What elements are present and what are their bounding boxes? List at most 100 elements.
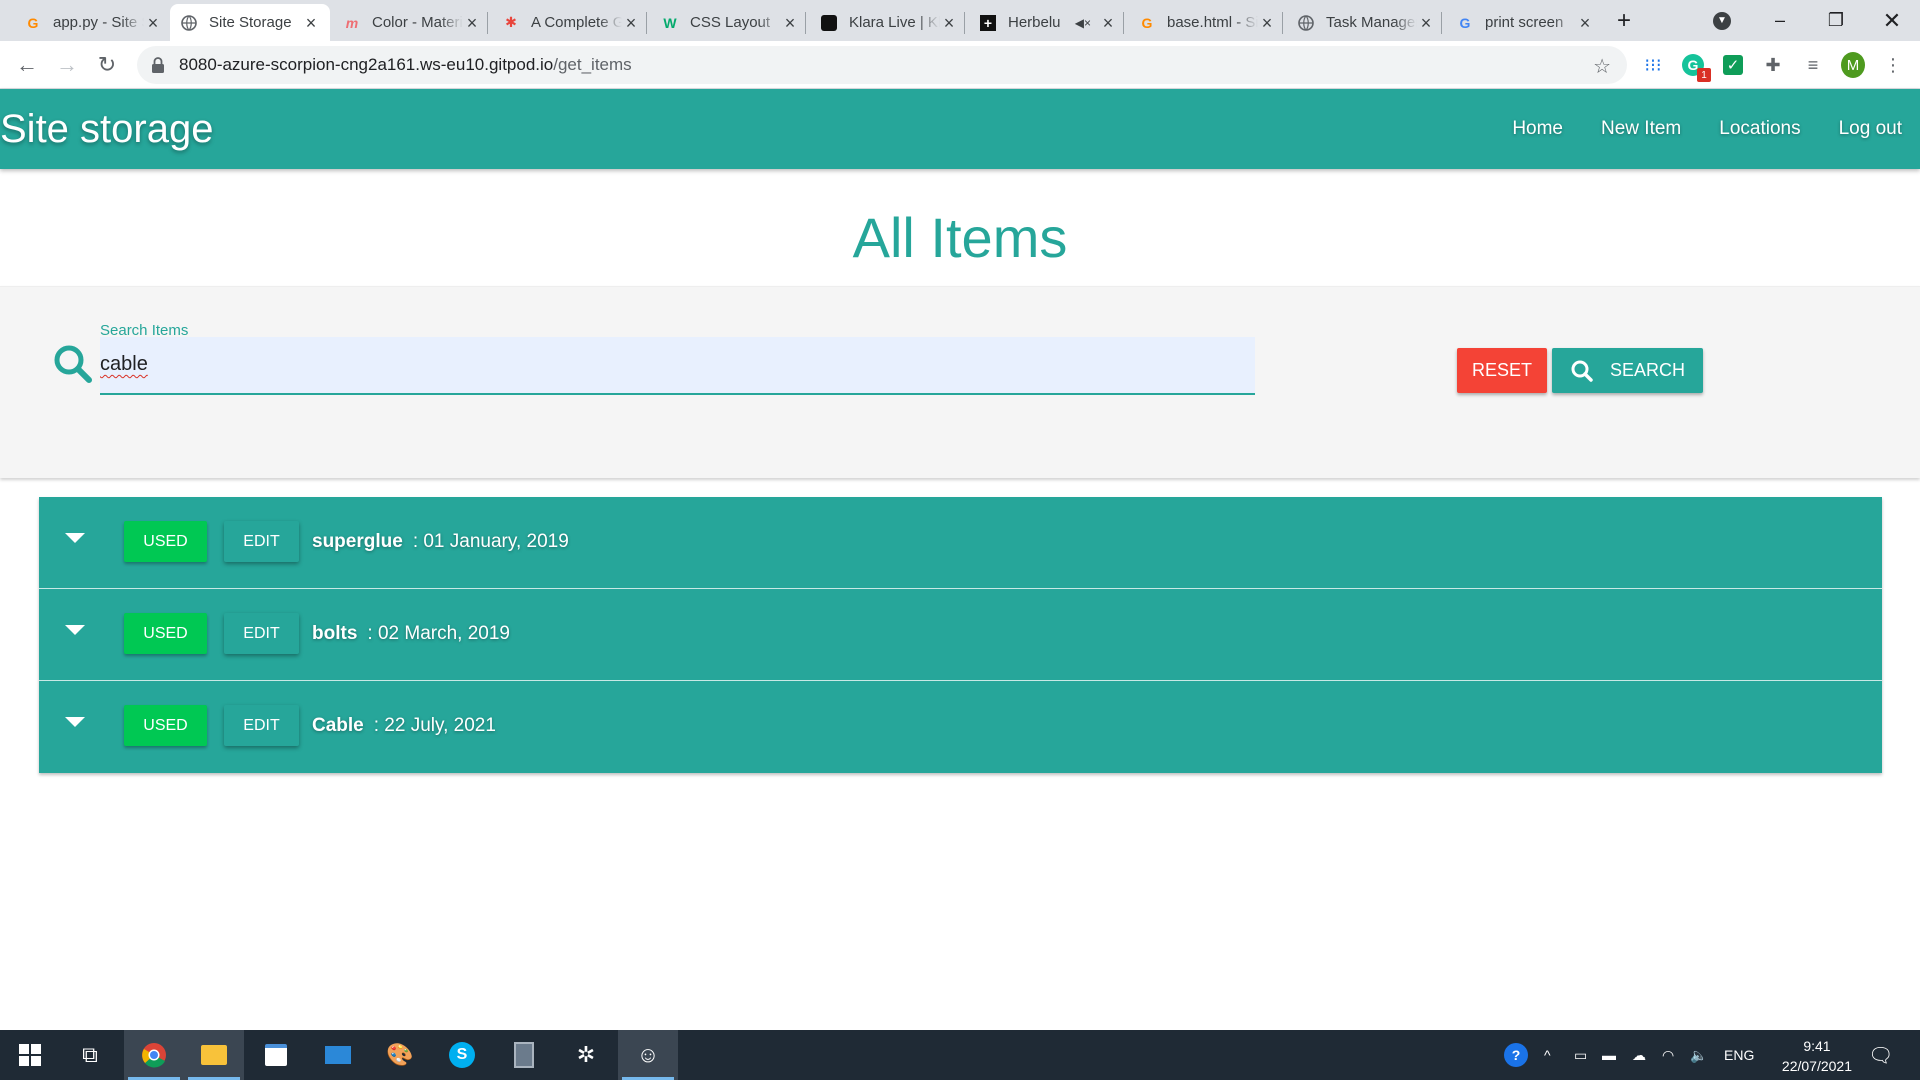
tab-title: CSS Layout <box>690 14 771 31</box>
checkmark-extension-icon[interactable]: ✓ <box>1721 53 1745 77</box>
search-icon <box>52 343 94 385</box>
language-indicator[interactable]: ENG <box>1724 1030 1754 1080</box>
nav-locations[interactable]: Locations <box>1719 118 1800 140</box>
smiley-app-icon[interactable]: ☺ <box>618 1030 678 1080</box>
puzzle-extensions-icon[interactable]: ✚ <box>1761 53 1785 77</box>
item-summary: Cable: 22 July, 2021 <box>312 715 496 737</box>
tab-base-html[interactable]: G base.html - Site × <box>1128 4 1286 41</box>
tab-title: base.html - Site <box>1167 14 1258 31</box>
muted-speaker-icon[interactable]: ◀× <box>1075 16 1091 30</box>
paint-icon[interactable]: 🎨 <box>370 1030 430 1080</box>
onedrive-cloud-icon[interactable]: ☁ <box>1632 1030 1646 1080</box>
item-date: : 22 July, 2021 <box>373 715 496 736</box>
tab-color-materialize[interactable]: m Color - Materialize × <box>333 4 491 41</box>
mail-icon[interactable] <box>308 1030 368 1080</box>
nav-home[interactable]: Home <box>1512 118 1563 140</box>
volume-icon[interactable]: 🔈 <box>1690 1030 1707 1080</box>
reload-button[interactable]: ↻ <box>91 49 123 81</box>
close-tab-icon[interactable]: × <box>622 14 640 32</box>
notifications-icon[interactable]: 🗨 <box>1868 1030 1893 1080</box>
tab-task-manager[interactable]: Task Manager × <box>1287 4 1445 41</box>
tab-site-storage[interactable]: Site Storage × <box>170 4 330 41</box>
store-icon[interactable] <box>246 1030 306 1080</box>
search-button-label: Search <box>1609 360 1685 380</box>
tab-complete-guide[interactable]: ✱ A Complete Guide × <box>492 4 650 41</box>
gitpod-icon: G <box>27 14 39 31</box>
edit-button[interactable]: EDIT <box>224 613 299 654</box>
forward-button[interactable]: → <box>51 49 83 81</box>
taskbar-clock[interactable]: 9:41 22/07/2021 <box>1782 1036 1852 1076</box>
close-tab-icon[interactable]: × <box>940 14 958 32</box>
tab-separator <box>487 12 488 34</box>
wifi-icon[interactable]: ◠ <box>1662 1030 1674 1080</box>
skype-icon[interactable]: S <box>432 1030 492 1080</box>
close-window-button[interactable]: ✕ <box>1864 0 1920 41</box>
chrome-taskbar-icon[interactable] <box>124 1030 184 1080</box>
tab-title: A Complete Guide <box>531 14 622 31</box>
reset-button[interactable]: Reset <box>1457 348 1547 393</box>
used-button[interactable]: USED <box>124 521 207 562</box>
grammarly-extension-icon[interactable]: G 1 <box>1681 53 1711 82</box>
tab-css-layout[interactable]: W CSS Layout × <box>651 4 809 41</box>
bookmark-star-icon[interactable]: ☆ <box>1593 54 1611 79</box>
back-button[interactable]: ← <box>11 49 43 81</box>
minimize-button[interactable]: – <box>1752 0 1808 41</box>
close-tab-icon[interactable]: × <box>1258 14 1276 32</box>
tab-search-button[interactable]: ▼ <box>1696 0 1748 41</box>
edit-button[interactable]: EDIT <box>224 705 299 746</box>
tab-klara-live[interactable]: Klara Live | Klara × <box>810 4 968 41</box>
more-menu-icon[interactable]: ⋮ <box>1881 53 1905 77</box>
tab-print-screen[interactable]: G print screen × <box>1446 4 1604 41</box>
tab-title: Color - Materialize <box>372 14 463 31</box>
nav-links: Home New Item Locations Log out <box>1474 89 1902 169</box>
meet-now-icon[interactable]: ▭ <box>1574 1030 1587 1080</box>
used-button[interactable]: USED <box>124 705 207 746</box>
apps-grid-icon[interactable]: ⁝⁝⁝ <box>1641 53 1665 77</box>
edit-button[interactable]: EDIT <box>224 521 299 562</box>
nav-log-out[interactable]: Log out <box>1839 118 1902 140</box>
list-item[interactable]: USED EDIT bolts: 02 March, 2019 <box>39 589 1882 681</box>
item-summary: superglue: 01 January, 2019 <box>312 531 569 553</box>
brand-logo[interactable]: Site storage <box>0 107 213 152</box>
search-input-value[interactable]: cable <box>100 353 148 376</box>
extension-badge: 1 <box>1697 68 1711 82</box>
profile-avatar[interactable]: M <box>1841 52 1865 78</box>
close-tab-icon[interactable]: × <box>1099 14 1117 32</box>
lock-icon[interactable] <box>151 57 165 73</box>
item-list: USED EDIT superglue: 01 January, 2019 US… <box>39 497 1882 773</box>
tab-app-py[interactable]: G app.py - Site Storage × <box>14 4 172 41</box>
list-item[interactable]: USED EDIT superglue: 01 January, 2019 <box>39 497 1882 589</box>
close-tab-icon[interactable]: × <box>302 14 320 32</box>
search-icon <box>1571 360 1593 382</box>
maximize-button[interactable]: ❐ <box>1808 0 1864 41</box>
close-tab-icon[interactable]: × <box>1576 14 1594 32</box>
address-bar[interactable]: 8080-azure-scorpion-cng2a161.ws-eu10.git… <box>137 46 1627 84</box>
chevron-down-icon[interactable] <box>65 717 85 727</box>
close-tab-icon[interactable]: × <box>144 14 162 32</box>
media-queue-icon[interactable]: ≡ <box>1801 53 1825 77</box>
used-button[interactable]: USED <box>124 613 207 654</box>
windows-start-icon[interactable] <box>0 1030 60 1080</box>
close-tab-icon[interactable]: × <box>781 14 799 32</box>
search-input[interactable] <box>100 337 1255 395</box>
page-title: All Items <box>852 206 1068 269</box>
chevron-up-icon[interactable]: ^ <box>1544 1030 1551 1080</box>
list-item[interactable]: USED EDIT Cable: 22 July, 2021 <box>39 681 1882 773</box>
tab-herbelu[interactable]: + Herbelu ◀× × <box>969 4 1127 41</box>
task-view-icon[interactable]: ⧉ <box>60 1030 120 1080</box>
close-tab-icon[interactable]: × <box>1417 14 1435 32</box>
item-name: bolts <box>312 623 358 644</box>
nav-new-item[interactable]: New Item <box>1601 118 1681 140</box>
chevron-down-icon[interactable] <box>65 533 85 543</box>
new-tab-button[interactable]: + <box>1596 0 1652 41</box>
slack-icon[interactable]: ✲ <box>556 1030 616 1080</box>
chevron-down-icon[interactable] <box>65 625 85 635</box>
file-explorer-icon[interactable] <box>184 1030 244 1080</box>
calculator-icon[interactable] <box>494 1030 554 1080</box>
klara-icon <box>820 14 838 32</box>
search-button[interactable]: Search <box>1552 348 1703 393</box>
help-icon[interactable]: ? <box>1504 1030 1528 1080</box>
close-tab-icon[interactable]: × <box>463 14 481 32</box>
battery-icon[interactable]: ▬ <box>1602 1030 1616 1080</box>
google-icon: G <box>1459 14 1471 31</box>
